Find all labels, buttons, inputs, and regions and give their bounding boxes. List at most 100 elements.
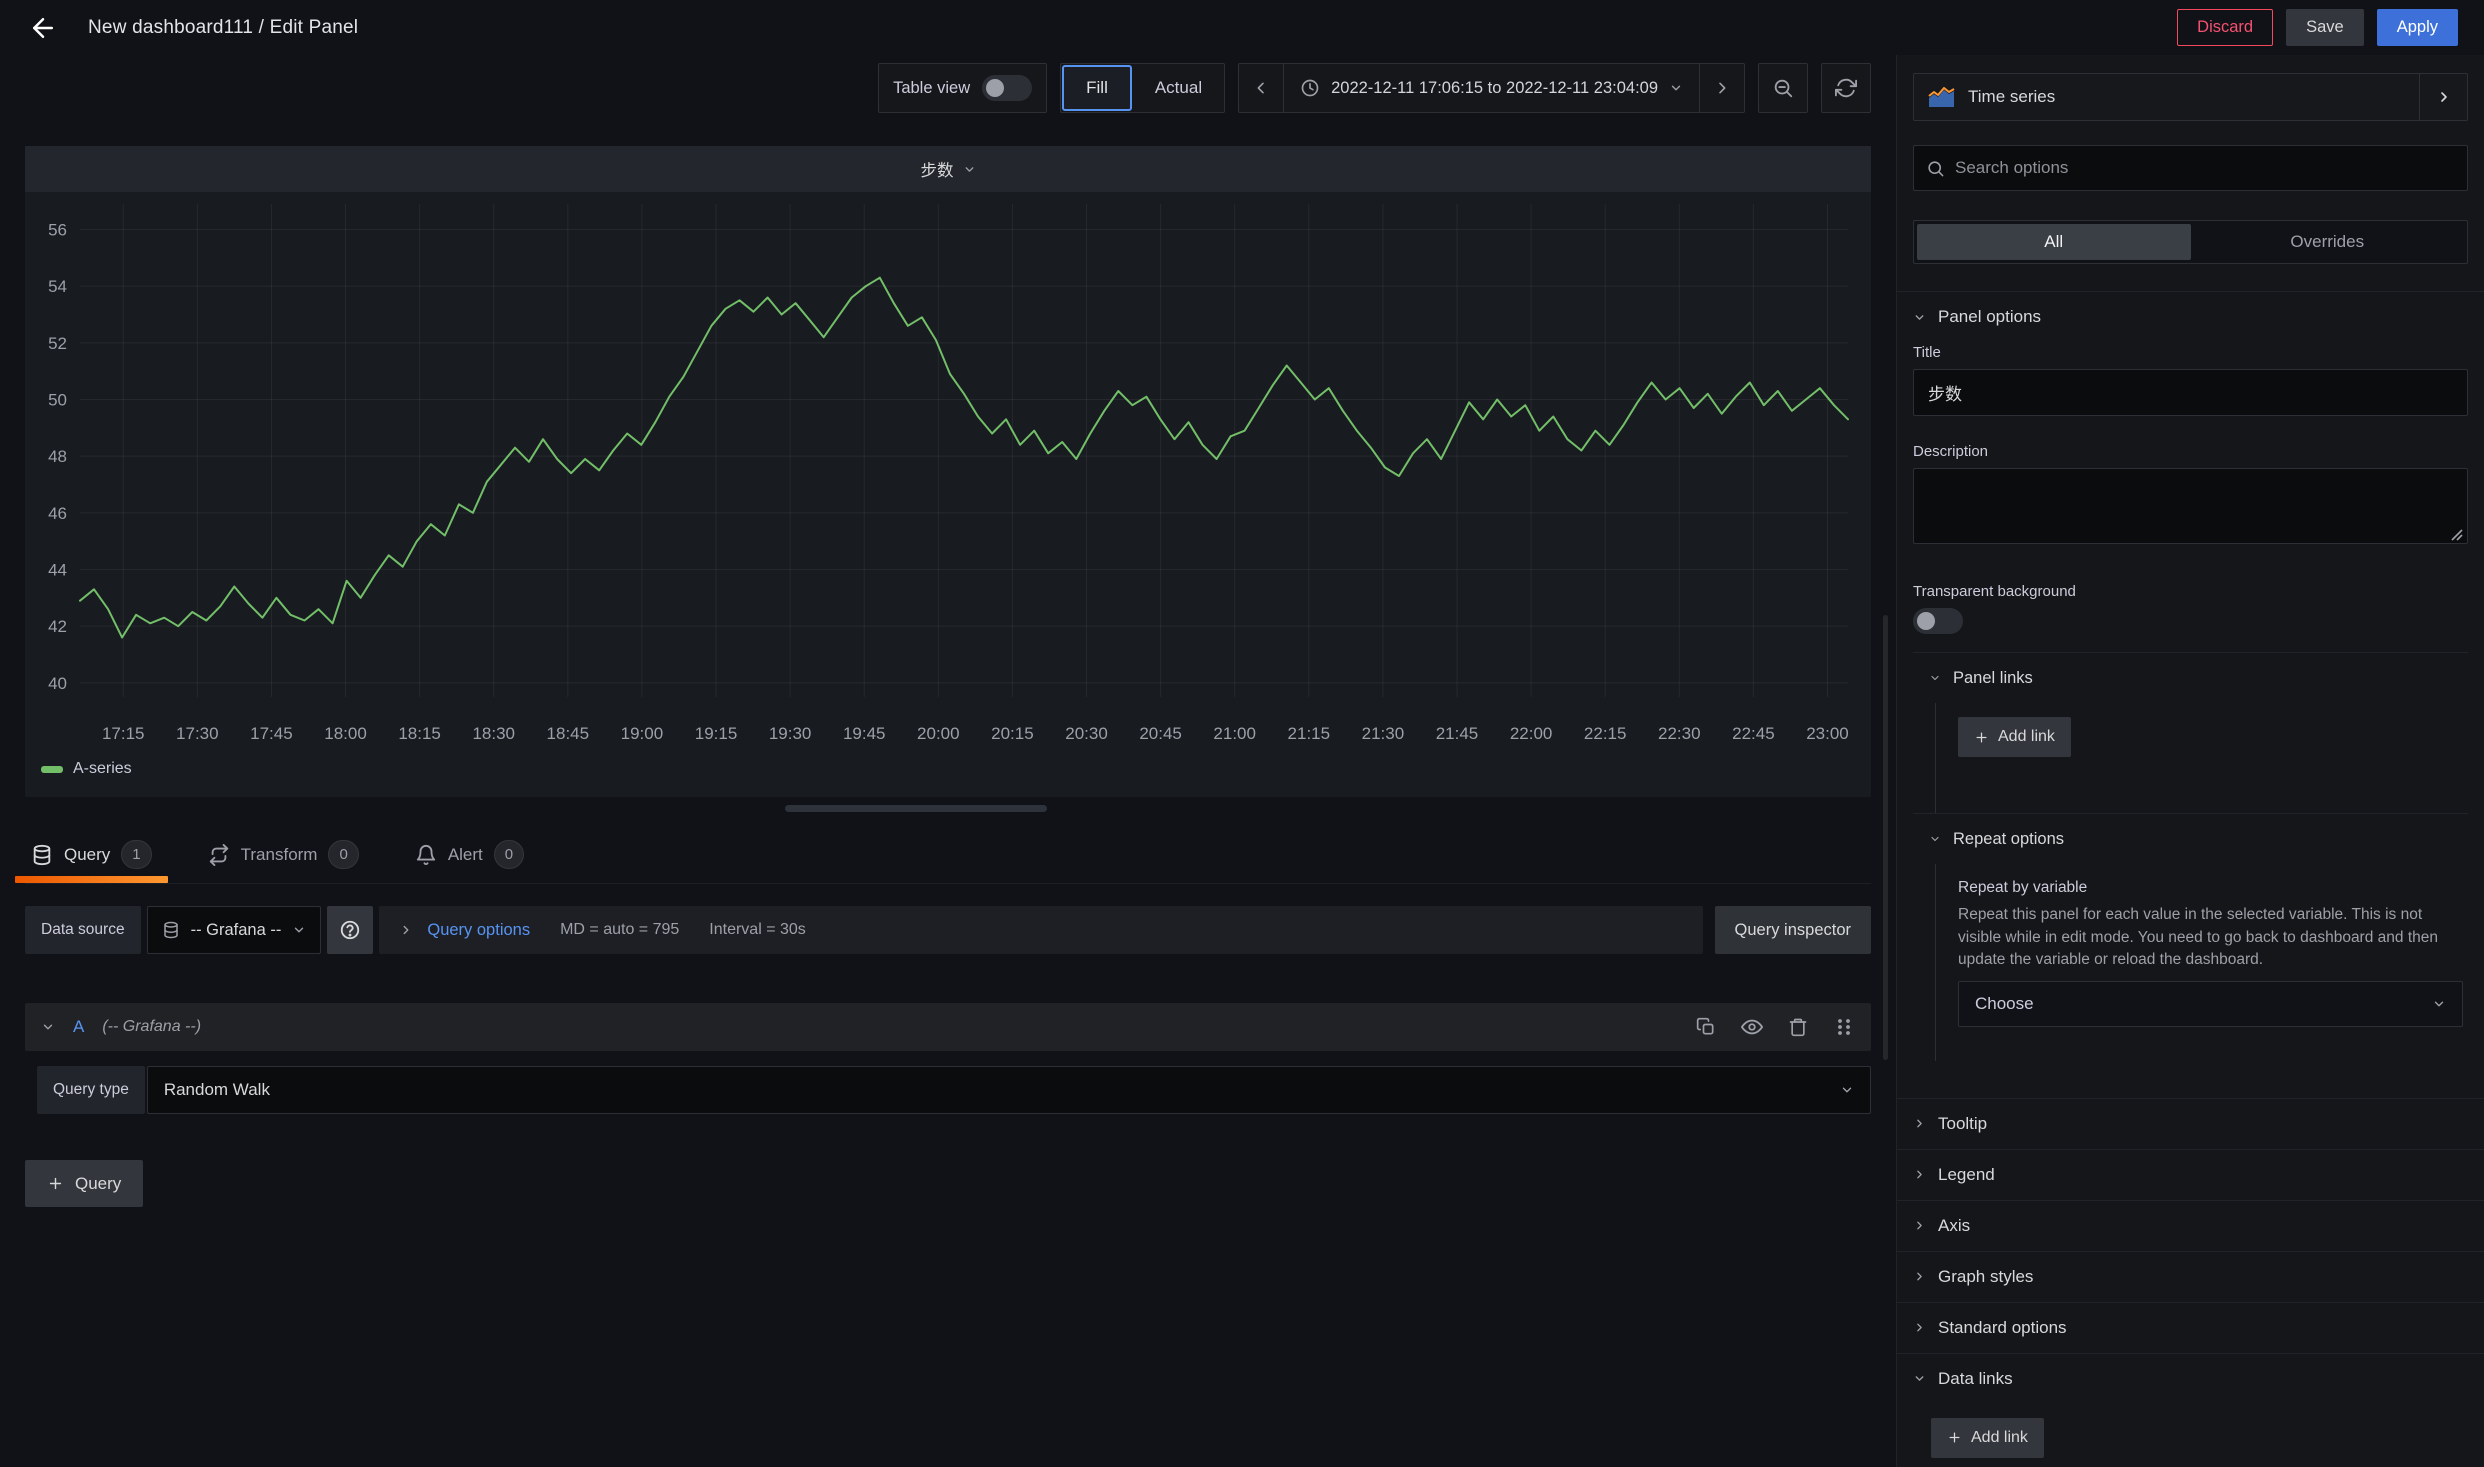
time-range-button[interactable]: 2022-12-11 17:06:15 to 2022-12-11 23:04:… [1283, 64, 1700, 112]
standard-options-header[interactable]: Standard options [1897, 1303, 2484, 1353]
description-textarea[interactable] [1913, 468, 2468, 544]
chevron-right-icon [1917, 1272, 1922, 1281]
fill-actual-switch: Fill Actual [1060, 63, 1226, 113]
datasource-picker[interactable]: -- Grafana -- [146, 906, 322, 954]
chevron-down-icon [2390, 96, 2391, 98]
svg-text:22:00: 22:00 [1510, 724, 1553, 743]
query-type-select[interactable]: Random Walk [146, 1066, 1871, 1114]
chevron-right-icon [1917, 1119, 1922, 1128]
options-search-input[interactable] [1955, 158, 2455, 178]
all-overrides-switch: All Overrides [1913, 220, 2468, 264]
datasource-row: Data source -- Grafana -- Query options … [25, 906, 1871, 954]
tab-overrides[interactable]: Overrides [2191, 224, 2465, 260]
query-options-bar: Query options MD = auto = 795 Interval =… [379, 906, 1703, 954]
options-search[interactable] [1913, 145, 2468, 191]
time-forward-button[interactable] [1700, 64, 1744, 112]
panel-title-input[interactable] [1913, 369, 2468, 416]
svg-text:19:30: 19:30 [769, 724, 812, 743]
database-icon [33, 844, 51, 865]
svg-text:18:15: 18:15 [398, 724, 441, 743]
collapse-options-button[interactable] [2419, 74, 2467, 120]
svg-text:21:45: 21:45 [1436, 724, 1479, 743]
datasource-help-button[interactable] [327, 906, 374, 954]
repeat-options-header[interactable]: Repeat options [1913, 814, 2468, 864]
tooltip-header[interactable]: Tooltip [1897, 1099, 2484, 1149]
query-inspector-button[interactable]: Query inspector [1714, 906, 1871, 954]
actual-option[interactable]: Actual [1133, 64, 1224, 112]
legend-header[interactable]: Legend [1897, 1150, 2484, 1200]
query-count-badge: 1 [121, 840, 152, 869]
svg-text:20:15: 20:15 [991, 724, 1034, 743]
edit-area: Table view Fill Actual 2022-12-11 17:06:… [0, 55, 1896, 1467]
section-axis: Axis [1897, 1199, 2484, 1251]
table-view-label: Table view [893, 78, 971, 97]
grafana-edit-panel: New dashboard111 / Edit Panel Discard Sa… [0, 0, 2484, 1467]
data-links-header[interactable]: Data links [1897, 1354, 2484, 1404]
discard-button[interactable]: Discard [2177, 9, 2274, 46]
table-view-toggle[interactable] [982, 75, 1033, 101]
scrollbar-thumb[interactable] [1883, 615, 1888, 1060]
panel-toolbar: Table view Fill Actual 2022-12-11 17:06:… [878, 63, 1871, 113]
delete-query-button[interactable] [1787, 1016, 1809, 1038]
panel-links-add-link-button[interactable]: Add link [1958, 717, 2071, 757]
options-pane: Time series All Overrides Panel options [1896, 55, 2484, 1467]
svg-text:52: 52 [48, 334, 67, 353]
repeat-variable-select[interactable]: Choose [1958, 980, 2463, 1027]
time-back-button[interactable] [1239, 64, 1283, 112]
svg-text:19:15: 19:15 [695, 724, 738, 743]
plus-icon [49, 1177, 62, 1190]
tab-transform[interactable]: Transform 0 [202, 826, 365, 883]
zoom-out-icon [1774, 79, 1793, 98]
graph-styles-header[interactable]: Graph styles [1897, 1252, 2484, 1302]
tab-query[interactable]: Query 1 [15, 826, 168, 883]
transparent-bg-toggle[interactable] [1913, 608, 1963, 634]
section-panel-options: Panel options Title Description Transpar… [1897, 291, 2484, 1063]
refresh-button[interactable] [1821, 63, 1871, 113]
svg-text:46: 46 [48, 504, 67, 523]
hide-query-button[interactable] [1741, 1016, 1763, 1038]
query-options-toggle[interactable]: Query options [399, 921, 530, 940]
chart-area: 17:15 17:30 17:45 18:00 18:15 18:30 18:45 19:00… [25, 192, 1871, 797]
panel-header[interactable]: 步数 [25, 146, 1871, 192]
database-icon [163, 921, 178, 939]
time-series-chart[interactable]: 17:15 17:30 17:45 18:00 18:15 18:30 18:45 19:00… [25, 192, 1871, 797]
tab-all[interactable]: All [1917, 224, 2191, 260]
chart-legend[interactable]: A-series [41, 760, 132, 778]
chevron-down-icon [1915, 1376, 1924, 1381]
eye-icon [1741, 1019, 1763, 1035]
svg-text:18:00: 18:00 [324, 724, 367, 743]
trash-icon [1789, 1018, 1807, 1037]
tab-alert[interactable]: Alert 0 [409, 826, 530, 883]
plus-icon [1949, 1432, 1960, 1443]
chevron-down-icon [43, 1024, 53, 1030]
zoom-out-button[interactable] [1758, 63, 1808, 113]
svg-text:17:30: 17:30 [176, 724, 219, 743]
query-row-header[interactable]: A (-- Grafana --) [25, 1003, 1871, 1051]
svg-text:17:15: 17:15 [102, 724, 145, 743]
duplicate-query-button[interactable] [1695, 1016, 1717, 1038]
plus-icon [1976, 732, 1987, 742]
alert-count-badge: 0 [493, 840, 525, 869]
visualization-picker-button[interactable]: Time series [1914, 86, 2419, 108]
transform-icon [209, 843, 228, 866]
save-button[interactable]: Save [2286, 9, 2364, 46]
pane-resize-handle[interactable] [785, 805, 1047, 812]
max-data-points: MD = auto = 795 [560, 921, 680, 938]
chevron-down-icon [1915, 314, 1924, 320]
fill-option[interactable]: Fill [1062, 65, 1132, 111]
chevron-right-icon [1917, 1221, 1922, 1230]
query-row-actions [1695, 1016, 1855, 1038]
resize-grip-icon[interactable] [2451, 529, 2463, 541]
query-ref-id: A [73, 1017, 85, 1036]
visualization-name: Time series [1968, 87, 2056, 106]
back-arrow-icon[interactable] [26, 11, 60, 45]
drag-handle[interactable] [1833, 1016, 1855, 1038]
apply-button[interactable]: Apply [2376, 9, 2458, 46]
axis-header[interactable]: Axis [1897, 1201, 2484, 1251]
add-query-button[interactable]: Query [25, 1160, 144, 1207]
panel-options-header[interactable]: Panel options [1897, 292, 2484, 342]
panel-links-header[interactable]: Panel links [1913, 653, 2468, 703]
data-links-add-link-button[interactable]: Add link [1931, 1417, 2044, 1458]
svg-text:20:30: 20:30 [1065, 724, 1108, 743]
svg-text:17:45: 17:45 [250, 724, 293, 743]
